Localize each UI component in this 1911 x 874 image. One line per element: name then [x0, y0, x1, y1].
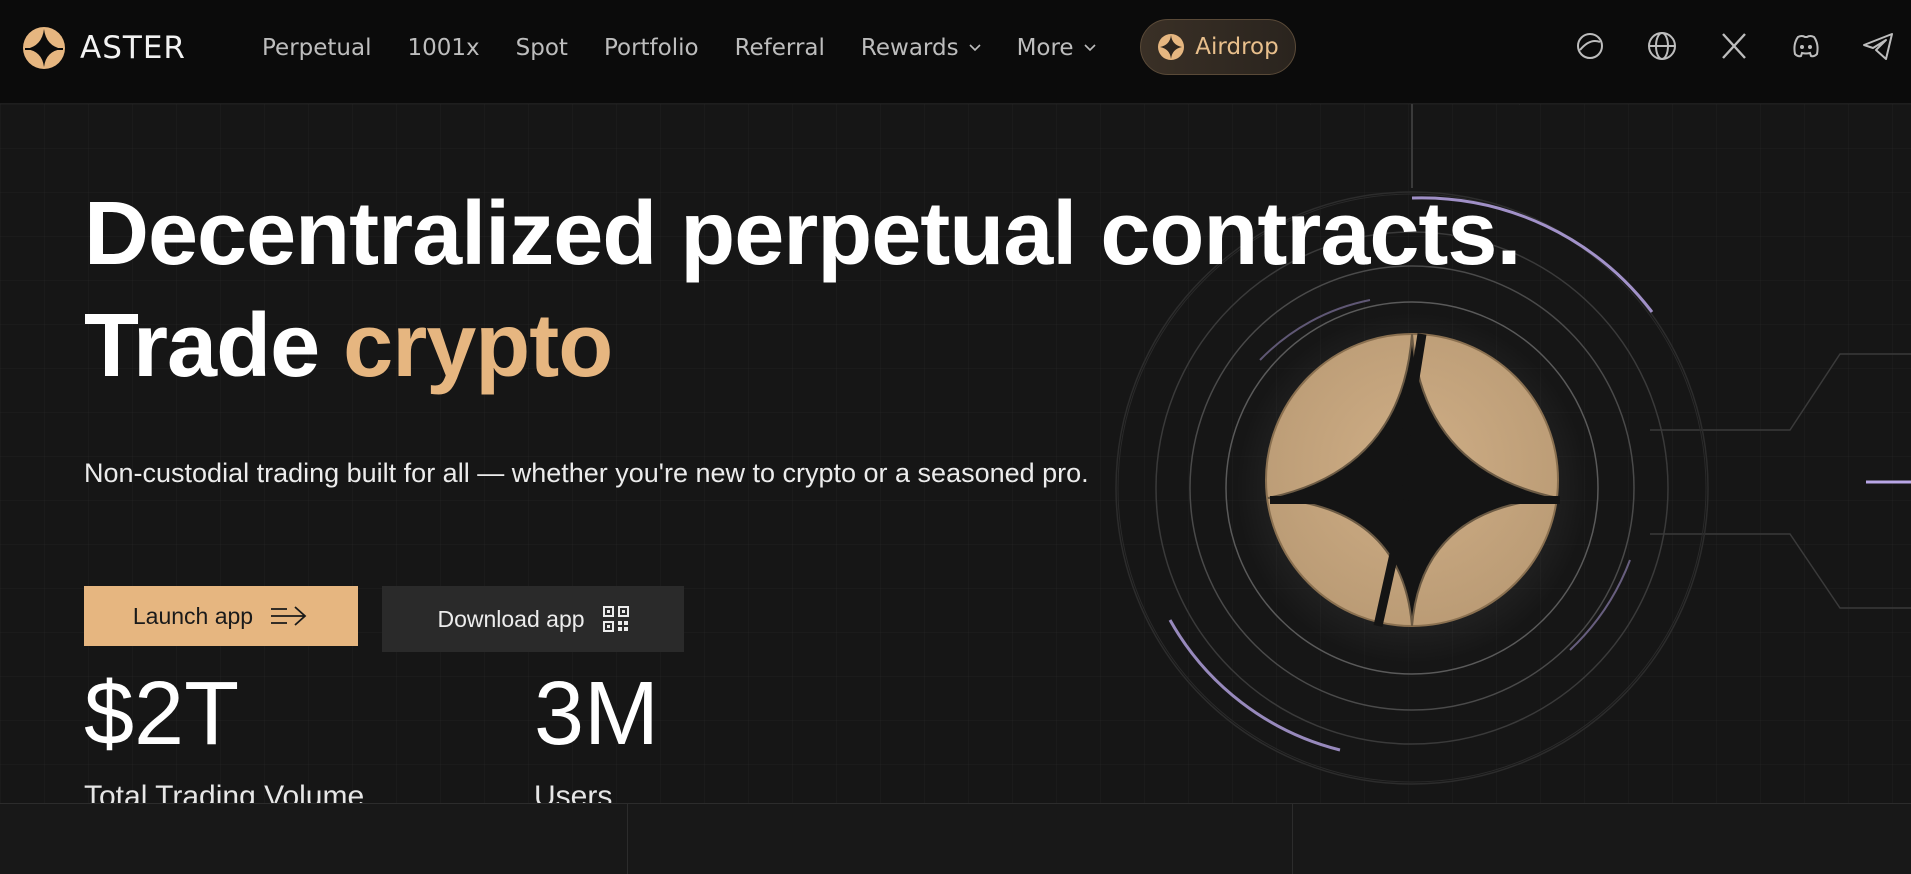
qr-code-icon	[602, 606, 629, 632]
nav-link-spot[interactable]: Spot	[516, 35, 568, 61]
headline-line-1: Decentralized perpetual contracts.	[84, 184, 1521, 284]
discord-icon[interactable]	[1788, 28, 1824, 64]
aster-logo[interactable]: ASTER	[22, 26, 186, 70]
nav-link-rewards[interactable]: Rewards	[861, 35, 981, 61]
nav-link-referral[interactable]: Referral	[735, 35, 825, 61]
globe-icon[interactable]	[1644, 28, 1680, 64]
aster-emblem-artwork	[1115, 0, 1911, 785]
panel-divider	[627, 804, 628, 874]
headline-line-2: Trade crypto	[84, 290, 1520, 402]
aster-logo-icon	[23, 27, 65, 69]
bottom-panel-strip	[0, 803, 1911, 874]
nav-link-label: Portfolio	[603, 35, 699, 61]
top-nav-bar: ASTER Perpetual 1001x Spot Portfolio Ref…	[0, 0, 1911, 104]
nav-link-portfolio[interactable]: Portfolio	[604, 35, 699, 61]
nav-link-perpetual[interactable]: Perpetual	[262, 35, 372, 61]
hero-subtitle: Non-custodial trading built for all — wh…	[84, 458, 1089, 488]
stat-users-value: 3M	[534, 664, 660, 764]
launch-app-label: Launch app	[132, 602, 254, 629]
airdrop-button[interactable]: Airdrop	[1140, 19, 1296, 75]
aster-mark-icon	[1158, 34, 1185, 60]
airdrop-label: Airdrop	[1195, 34, 1279, 60]
nav-link-label: Perpetual	[262, 35, 372, 61]
nav-link-label: Spot	[515, 35, 568, 61]
chevron-down-icon	[968, 44, 981, 52]
telegram-icon[interactable]	[1860, 28, 1896, 64]
nav-links: Perpetual 1001x Spot Portfolio Referral …	[262, 0, 1096, 96]
download-app-label: Download app	[437, 605, 585, 632]
arrow-right-icon	[271, 606, 307, 626]
download-app-button[interactable]: Download app	[382, 586, 684, 652]
nav-link-1001x[interactable]: 1001x	[408, 35, 480, 61]
nav-link-more[interactable]: More	[1017, 35, 1096, 61]
x-twitter-icon[interactable]	[1716, 28, 1752, 64]
chevron-down-icon	[1084, 44, 1096, 52]
nav-link-label: More	[1016, 35, 1074, 61]
hero-headline: Decentralized perpetual contracts. Trade…	[84, 178, 1521, 402]
nav-link-label: Rewards	[860, 35, 959, 61]
nav-link-label: 1001x	[407, 35, 480, 61]
brand-name: ASTER	[80, 30, 186, 66]
launch-app-button[interactable]: Launch app	[84, 586, 358, 646]
panel-divider	[1292, 804, 1293, 874]
stat-volume-value: $2T	[84, 664, 240, 764]
headline-prefix: Trade	[84, 296, 320, 396]
nav-link-label: Referral	[734, 35, 825, 61]
theme-toggle-icon[interactable]	[1572, 28, 1608, 64]
headline-accent: crypto	[343, 296, 613, 396]
